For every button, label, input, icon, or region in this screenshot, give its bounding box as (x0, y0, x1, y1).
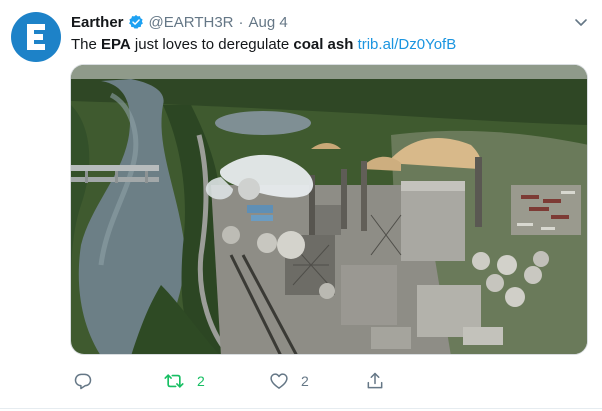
tweet-divider (0, 408, 602, 409)
reply-icon (74, 373, 92, 390)
avatar[interactable] (11, 12, 61, 62)
share-button[interactable] (365, 370, 397, 392)
retweet-count: 2 (197, 373, 205, 389)
tweet-header: Earther @EARTH3R · Aug 4 (71, 12, 288, 32)
tweet-actions: 2 2 (70, 370, 390, 392)
tweet-link[interactable]: trib.al/Dz0YofB (358, 36, 457, 53)
retweet-button[interactable]: 2 (163, 370, 205, 392)
tweet-text-part: just loves to deregulate (130, 36, 294, 53)
heart-icon (270, 373, 288, 389)
verified-badge-icon (128, 15, 143, 29)
tweet[interactable]: Earther @EARTH3R · Aug 4 The EPA just lo… (0, 0, 602, 411)
tweet-text-bold: coal ash (293, 36, 354, 53)
retweet-icon (164, 374, 184, 388)
aerial-photo-coal-plant-river (71, 65, 587, 354)
tweet-text: The EPA just loves to deregulate coal as… (71, 35, 456, 55)
reply-button[interactable] (73, 370, 105, 392)
share-icon (367, 372, 383, 389)
tweet-text-part: The (71, 36, 102, 53)
author-name[interactable]: Earther (71, 14, 124, 31)
tweet-text-bold: EPA (101, 36, 131, 53)
separator-dot: · (238, 13, 244, 31)
chevron-down-icon[interactable] (573, 14, 589, 30)
like-count: 2 (301, 373, 309, 389)
earther-e-logo-icon (27, 24, 45, 50)
tweet-timestamp[interactable]: Aug 4 (249, 14, 288, 31)
like-button[interactable]: 2 (269, 370, 309, 392)
tweet-media[interactable] (70, 64, 588, 355)
author-handle[interactable]: @EARTH3R (149, 14, 234, 31)
